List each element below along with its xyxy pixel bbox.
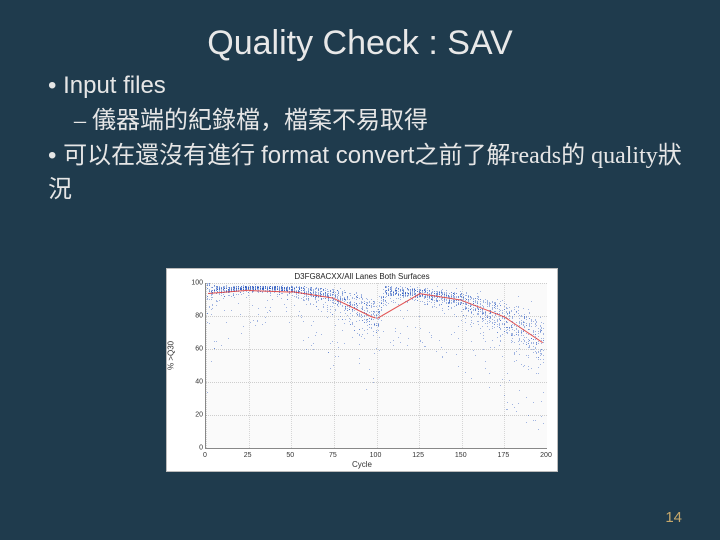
slide-title: Quality Check : SAV [0,0,720,69]
bullet-1-sub: – 儀器端的紀錄檔，檔案不易取得 [44,104,690,139]
bullet-1-sub-text: 儀器端的紀錄檔，檔案不易取得 [92,108,428,134]
chart-ytick: 60 [189,346,203,353]
chart-xtick: 125 [412,452,424,459]
bullet-2-mid: format convert [261,142,414,169]
bullet-1: • Input files [44,69,690,104]
chart-xtick: 150 [455,452,467,459]
page-number: 14 [665,509,682,526]
chart-ytick: 100 [189,280,203,287]
chart-xtick: 100 [370,452,382,459]
chart-ytick: 40 [189,379,203,386]
chart-title: D3FG8ACXX/All Lanes Both Surfaces [167,269,557,282]
chart-xtick: 0 [203,452,207,459]
chart-ytick: 20 [189,412,203,419]
chart-ylabel: % >Q30 [167,341,176,370]
slide-content: • Input files – 儀器端的紀錄檔，檔案不易取得 • 可以在還沒有進… [0,69,720,208]
chart-xtick: 75 [329,452,337,459]
bullet-2-pre: 可以在還沒有進行 [63,143,261,169]
chart-ytick: 80 [189,313,203,320]
chart: D3FG8ACXX/All Lanes Both Surfaces % >Q30… [166,268,558,472]
chart-xtick: 175 [498,452,510,459]
bullet-1-text: Input files [63,72,166,99]
bullet-2: • 可以在還沒有進行 format convert之前了解reads的 qual… [44,139,690,209]
chart-ytick: 0 [189,445,203,452]
slide: Quality Check : SAV • Input files – 儀器端的… [0,0,720,540]
chart-xlabel: Cycle [352,460,372,469]
chart-plot-area [205,283,547,449]
chart-xtick: 25 [244,452,252,459]
chart-xtick: 200 [540,452,552,459]
chart-xtick: 50 [286,452,294,459]
